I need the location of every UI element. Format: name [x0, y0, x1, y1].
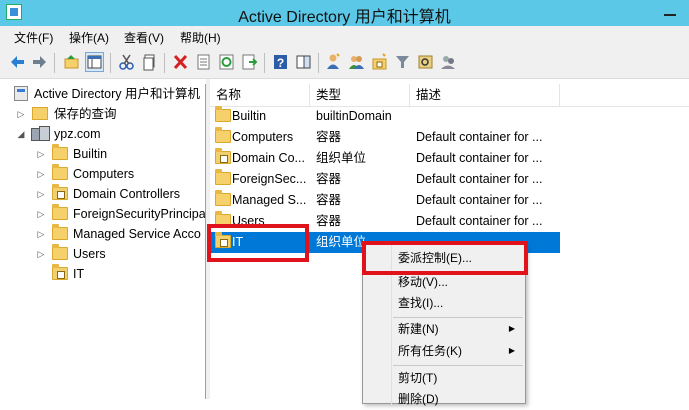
tree-pane: Active Directory 用户和计算机 ▷ 保存的查询 ◢ ypz.co… [8, 84, 206, 399]
add-to-group-icon[interactable] [440, 53, 457, 71]
help-icon[interactable]: ? [272, 53, 289, 71]
menu-item-all-tasks-label: 所有任务(K) [398, 344, 462, 358]
expand-icon[interactable]: ▷ [36, 184, 46, 204]
submenu-arrow-icon: ▶ [508, 346, 515, 355]
expand-icon[interactable]: ▷ [36, 244, 46, 264]
expand-icon[interactable]: ▷ [36, 204, 46, 224]
ou-folder-icon [52, 184, 68, 200]
expand-icon[interactable]: ▷ [16, 104, 26, 124]
folder-icon [52, 244, 68, 260]
ou-folder-icon [215, 148, 231, 164]
folder-icon [215, 127, 231, 143]
new-group-icon[interactable] [348, 53, 365, 71]
folder-icon [52, 204, 68, 220]
forward-icon[interactable] [31, 53, 48, 71]
up-folder-icon[interactable] [63, 53, 80, 71]
menu-action[interactable]: 操作(A) [69, 29, 109, 46]
expand-icon[interactable]: ▷ [36, 164, 46, 184]
collapse-icon[interactable]: ◢ [16, 124, 26, 144]
list-row[interactable]: Domain Co... 组织单位 Default container for … [210, 148, 689, 169]
highlight-box-it [207, 224, 309, 262]
menu-item-find[interactable]: 查找(I)... [363, 292, 525, 314]
show-hide-tree-icon[interactable] [85, 52, 104, 72]
menu-item-new-label: 新建(N) [398, 322, 439, 336]
delete-icon[interactable] [172, 53, 189, 71]
cut-icon[interactable] [118, 53, 135, 71]
list-row[interactable]: Managed S... 容器 Default container for ..… [210, 190, 689, 211]
folder-icon [32, 107, 48, 120]
svg-text:?: ? [277, 56, 284, 70]
filter-icon[interactable] [394, 53, 411, 71]
copy-icon[interactable] [141, 53, 158, 71]
menu-view[interactable]: 查看(V) [124, 29, 164, 46]
folder-icon [215, 106, 231, 122]
menu-bar: 文件(F) 操作(A) 查看(V) 帮助(H) [0, 26, 689, 47]
menu-item-cut[interactable]: 剪切(T) [363, 367, 525, 389]
find-icon[interactable] [417, 53, 434, 71]
toolbar: ? [0, 47, 689, 79]
highlight-box-delegate [362, 241, 528, 275]
window-title: Active Directory 用户和计算机 [238, 9, 451, 26]
expand-icon[interactable]: ▷ [36, 144, 46, 164]
ou-folder-icon [52, 264, 68, 280]
folder-icon [52, 144, 68, 160]
menu-file[interactable]: 文件(F) [14, 29, 53, 46]
column-header-type[interactable]: 类型 [310, 84, 410, 106]
menu-item-all-tasks[interactable]: 所有任务(K) ▶ [363, 340, 525, 362]
new-ou-icon[interactable] [371, 53, 388, 71]
folder-icon [52, 224, 68, 240]
menu-item-new[interactable]: 新建(N) ▶ [363, 318, 525, 340]
column-header-name[interactable]: 名称 [210, 84, 310, 106]
menu-item-delete[interactable]: 删除(D) [363, 388, 525, 410]
menu-help[interactable]: 帮助(H) [180, 29, 221, 46]
export-icon[interactable] [241, 53, 258, 71]
new-user-icon[interactable] [325, 53, 342, 71]
folder-icon [52, 164, 68, 180]
folder-icon [215, 169, 231, 185]
show-pane-icon[interactable] [295, 53, 312, 71]
list-row[interactable]: Builtin builtinDomain [210, 106, 689, 127]
folder-icon [215, 190, 231, 206]
minimize-icon[interactable] [659, 6, 681, 18]
submenu-arrow-icon: ▶ [508, 324, 515, 333]
column-header-description[interactable]: 描述 [410, 84, 560, 106]
refresh-icon[interactable] [218, 53, 235, 71]
list-row[interactable]: Computers 容器 Default container for ... [210, 127, 689, 148]
mmc-console-icon [14, 86, 28, 101]
expand-icon[interactable]: ▷ [36, 224, 46, 244]
properties-icon[interactable] [195, 53, 212, 71]
title-bar: Active Directory 用户和计算机 [0, 0, 689, 26]
list-row[interactable]: ForeignSec... 容器 Default container for .… [210, 169, 689, 190]
back-icon[interactable] [9, 53, 26, 71]
domain-icon [31, 126, 50, 141]
